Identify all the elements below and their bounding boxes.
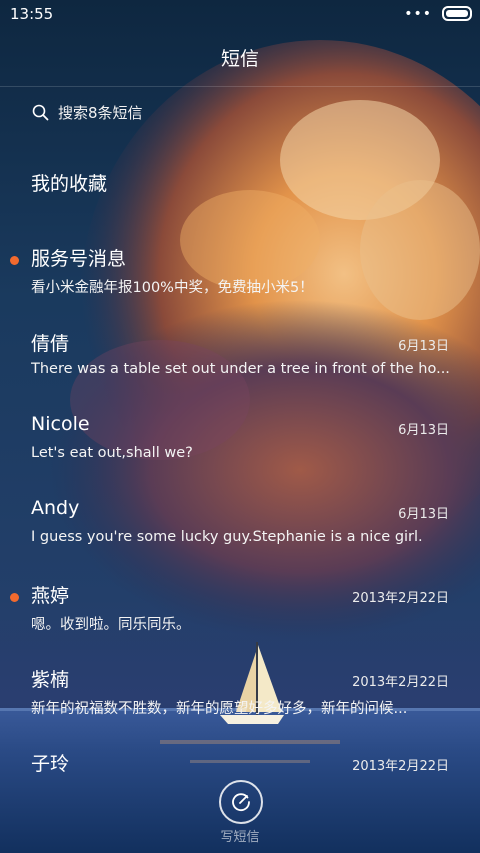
thread-row[interactable]: 服务号消息看小米金融年报100%中奖，免费抽小米5！ <box>0 242 480 326</box>
thread-date: 2013年2月22日 <box>352 675 449 690</box>
more-dots-icon: ••• <box>404 5 432 22</box>
thread-contact-name: Andy <box>31 497 80 519</box>
search-placeholder: 搜索8条短信 <box>58 104 143 122</box>
search-icon <box>32 104 49 121</box>
search-bar[interactable]: 搜索8条短信 <box>0 93 480 133</box>
thread-date: 6月13日 <box>398 423 449 438</box>
thread-contact-name: 服务号消息 <box>31 248 127 270</box>
thread-contact-name: 燕婷 <box>31 585 70 607</box>
status-time: 13:55 <box>10 5 54 23</box>
thread-snippet: Let's eat out,shall we? <box>31 445 193 461</box>
thread-row[interactable]: Andy 6月13日 I guess you're some lucky guy.S… <box>0 495 480 579</box>
thread-row[interactable]: 紫楠 2013年2月22日新年的祝福数不胜数，新年的愿望好多好多，新年的问候... <box>0 663 480 747</box>
thread-snippet: I guess you're some lucky guy.Stephanie … <box>31 529 423 545</box>
thread-contact-name: Nicole <box>31 413 90 435</box>
status-indicators: ••• <box>404 6 472 21</box>
compose-icon <box>232 793 250 812</box>
thread-date: 2013年2月22日 <box>352 591 449 606</box>
battery-icon <box>442 6 472 21</box>
thread-snippet: There was a table set out under a tree i… <box>31 361 450 377</box>
thread-row[interactable]: Nicole 6月13日 Let's eat out,shall we? <box>0 411 480 495</box>
thread-row[interactable]: 倩倩 6月13日 There was a table set out under a… <box>0 327 480 411</box>
thread-date: 6月13日 <box>398 339 449 354</box>
thread-contact-name: 倩倩 <box>31 333 70 355</box>
thread-snippet: 嗯。收到啦。同乐同乐。 <box>31 617 191 633</box>
thread-date: 2013年2月22日 <box>352 759 449 774</box>
compose-label[interactable]: 写短信 <box>0 826 480 845</box>
unread-indicator <box>10 593 19 602</box>
status-bar: 13:55 ••• <box>0 0 480 28</box>
thread-contact-name: 子玲 <box>31 753 70 775</box>
thread-contact-name: 紫楠 <box>31 669 70 691</box>
compose-button[interactable] <box>219 780 263 824</box>
app-header: 短信 <box>0 30 480 87</box>
thread-date: 6月13日 <box>398 507 449 522</box>
page-title: 短信 <box>220 48 259 70</box>
thread-snippet: 新年的祝福数不胜数，新年的愿望好多好多，新年的问候... <box>31 701 408 717</box>
unread-indicator <box>10 256 19 265</box>
thread-snippet: 看小米金融年报100%中奖，免费抽小米5！ <box>31 280 314 296</box>
favorites-item[interactable]: 我的收藏 <box>31 169 107 196</box>
thread-row[interactable]: 燕婷 2013年2月22日嗯。收到啦。同乐同乐。 <box>0 579 480 663</box>
